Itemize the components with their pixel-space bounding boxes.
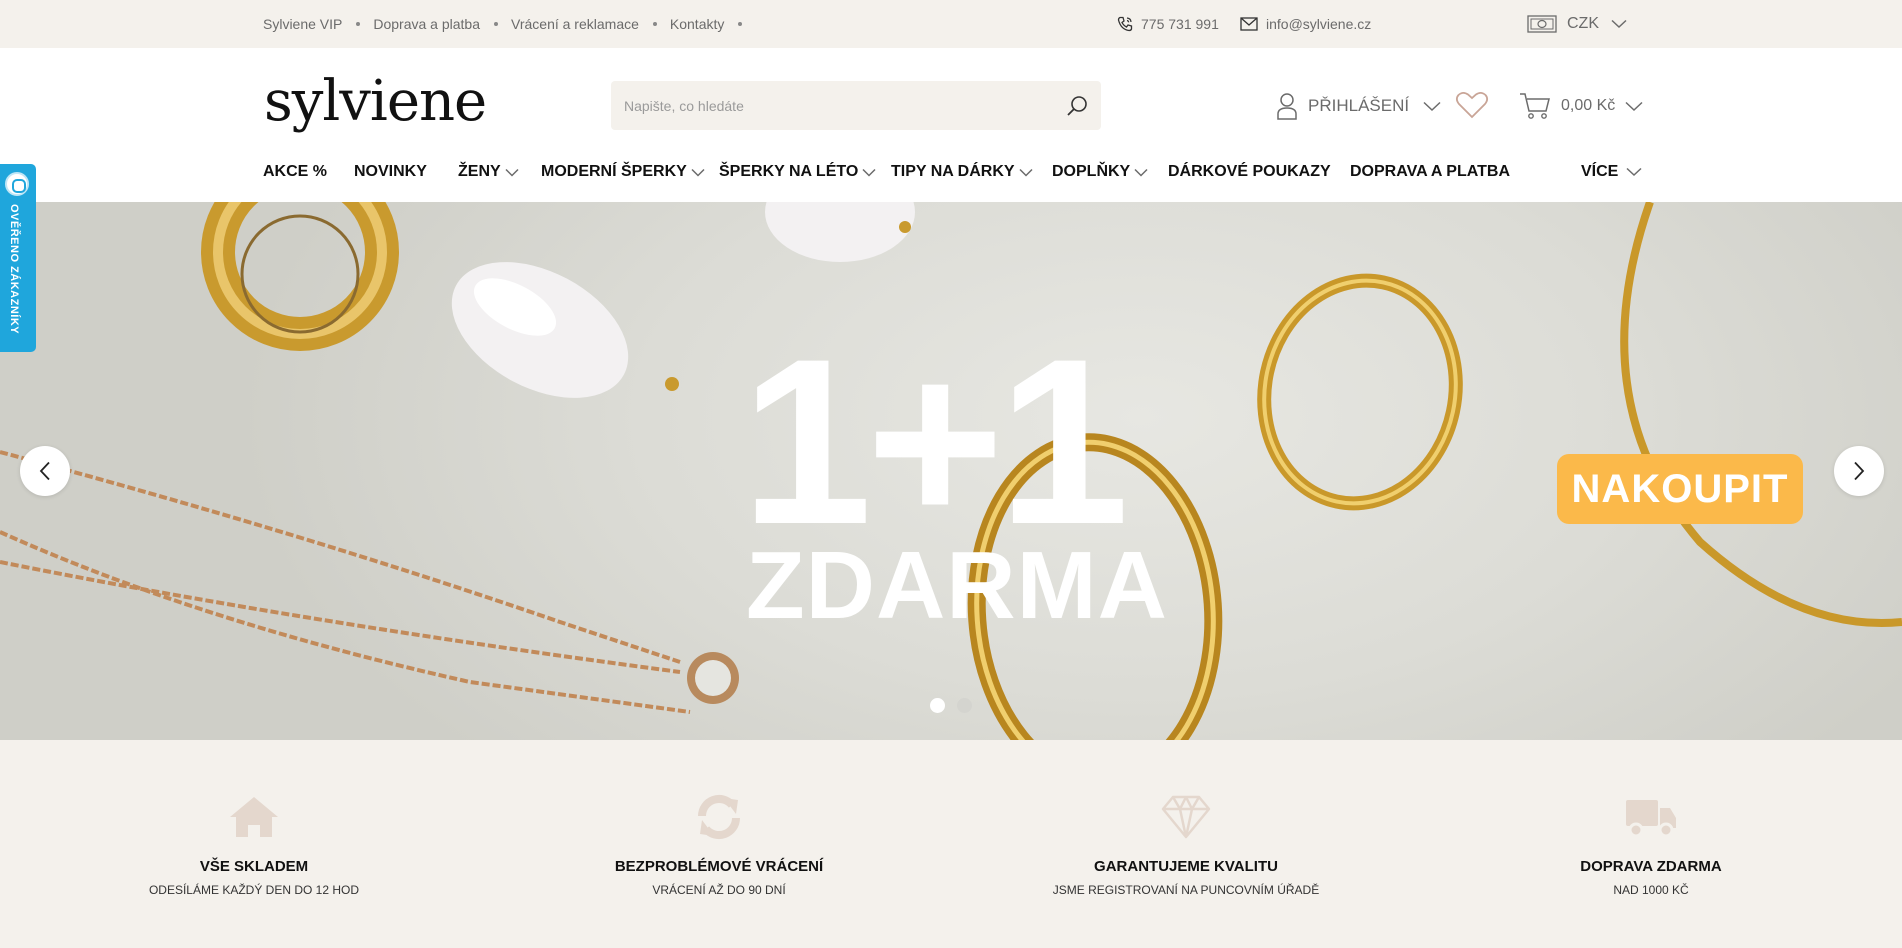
truck-icon — [1626, 800, 1676, 838]
slider-dot-2[interactable] — [957, 698, 972, 713]
top-links: Sylviene VIP Doprava a platba Vrácení a … — [263, 0, 755, 48]
link-contacts[interactable]: Kontakty — [670, 16, 724, 32]
nav-item-sperky-na-leto[interactable]: ŠPERKY NA LÉTO — [719, 155, 876, 189]
features-strip: VŠE SKLADEM ODESÍLÁME KAŽDÝ DEN DO 12 HO… — [0, 740, 1902, 948]
user-icon — [1277, 93, 1297, 120]
phone-number: 775 731 991 — [1141, 16, 1219, 32]
diamond-icon — [1161, 795, 1211, 839]
cart-menu[interactable]: 0,00 Kč — [1519, 91, 1643, 121]
chevron-right-icon — [1854, 461, 1865, 481]
feature-item: VŠE SKLADEM ODESÍLÁME KAŽDÝ DEN DO 12 HO… — [74, 792, 434, 897]
feature-item: DOPRAVA ZDARMA NAD 1000 KČ — [1471, 792, 1831, 897]
hero-banner[interactable]: 1+1 ZDARMA NAKOUPIT — [0, 202, 1902, 740]
shop-now-button[interactable]: NAKOUPIT — [1557, 454, 1803, 524]
search-button[interactable] — [1063, 92, 1091, 120]
chevron-down-icon — [1134, 168, 1148, 177]
feature-item: GARANTUJEME KVALITU JSME REGISTROVANÍ NA… — [1006, 792, 1366, 897]
nav-item-tipy-na-darky[interactable]: TIPY NA DÁRKY — [891, 155, 1033, 189]
currency-selector[interactable]: CZK — [1527, 0, 1627, 48]
slider-dot-1[interactable] — [930, 698, 945, 713]
nav-item-doprava-a-platba[interactable]: DOPRAVA A PLATBA — [1350, 155, 1510, 189]
hero-headline: 1+1 — [741, 310, 1129, 574]
cart-total: 0,00 Kč — [1561, 97, 1616, 114]
chevron-down-icon — [1423, 101, 1441, 111]
search-icon — [1067, 96, 1087, 116]
chevron-down-icon — [505, 168, 519, 177]
slider-prev-button[interactable] — [20, 446, 70, 496]
mail-icon — [1240, 17, 1258, 31]
home-icon — [230, 797, 278, 837]
chevron-down-icon — [1611, 19, 1627, 29]
phone-contact[interactable]: 775 731 991 — [1117, 0, 1219, 48]
money-icon — [1527, 15, 1557, 33]
cart-icon — [1520, 93, 1550, 119]
hero-subline: ZDARMA — [746, 532, 1168, 639]
chevron-down-icon — [1626, 167, 1642, 177]
nav-item-vice[interactable]: VÍCE — [1581, 155, 1642, 189]
verified-badge-label: OVĚŘENO ZÁKAZNÍKY — [8, 204, 20, 335]
link-vip[interactable]: Sylviene VIP — [263, 16, 342, 32]
chevron-left-icon — [39, 461, 50, 481]
refresh-icon — [697, 794, 741, 840]
slider-next-button[interactable] — [1834, 446, 1884, 496]
login-menu[interactable]: PŘIHLÁŠENÍ — [1276, 91, 1441, 121]
chevron-down-icon — [691, 168, 705, 177]
heart-icon — [1455, 91, 1489, 119]
phone-icon — [1117, 16, 1133, 32]
email-address: info@sylviene.cz — [1266, 16, 1372, 32]
nav-item-akce[interactable]: AKCE % — [263, 155, 327, 189]
search-box — [611, 81, 1101, 130]
nav-item-darkove-poukazy[interactable]: DÁRKOVÉ POUKAZY — [1168, 155, 1331, 189]
currency-label: CZK — [1567, 15, 1599, 32]
site-logo[interactable]: sylviene — [264, 74, 487, 130]
verified-seal-icon — [5, 172, 29, 196]
login-label: PŘIHLÁŠENÍ — [1308, 96, 1410, 115]
chevron-down-icon — [862, 168, 876, 177]
top-bar: Sylviene VIP Doprava a platba Vrácení a … — [0, 0, 1902, 48]
main-nav: AKCE % NOVINKY ŽENY MODERNÍ ŠPERKY ŠPERK… — [0, 155, 1902, 189]
nav-item-novinky[interactable]: NOVINKY — [354, 155, 427, 189]
link-shipping[interactable]: Doprava a platba — [373, 16, 480, 32]
slider-dots — [930, 698, 984, 713]
wishlist-button[interactable] — [1455, 91, 1489, 124]
nav-item-moderni-sperky[interactable]: MODERNÍ ŠPERKY — [541, 155, 705, 189]
nav-item-doplnky[interactable]: DOPLŇKY — [1052, 155, 1148, 189]
feature-item: BEZPROBLÉMOVÉ VRÁCENÍ VRÁCENÍ AŽ DO 90 D… — [539, 792, 899, 897]
chevron-down-icon — [1625, 101, 1643, 111]
email-contact[interactable]: info@sylviene.cz — [1240, 0, 1371, 48]
chevron-down-icon — [1019, 168, 1033, 177]
verified-customers-badge[interactable]: OVĚŘENO ZÁKAZNÍKY — [0, 164, 36, 352]
nav-item-zeny[interactable]: ŽENY — [458, 155, 519, 189]
link-returns[interactable]: Vrácení a reklamace — [511, 16, 639, 32]
search-input[interactable] — [611, 81, 1051, 130]
